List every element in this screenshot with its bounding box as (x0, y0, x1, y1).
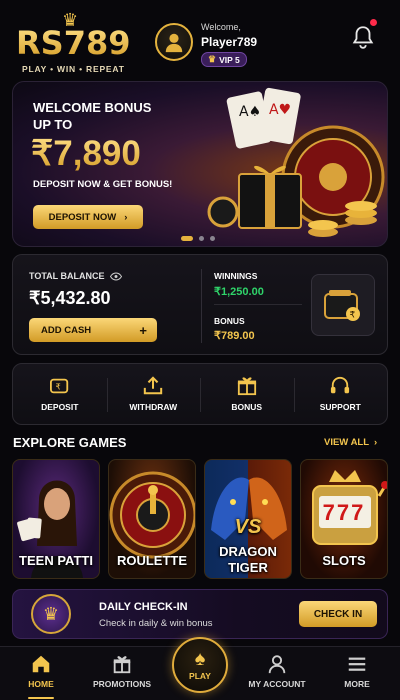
banner-pagination (181, 236, 215, 241)
add-cash-button[interactable]: ADD CASH + (29, 318, 157, 342)
banner-line1: WELCOME BONUS (33, 100, 152, 115)
user-info: Welcome, Player789 ♛ VIP 5 (201, 22, 257, 67)
banner-subtitle: DEPOSIT NOW & GET BONUS! (33, 179, 173, 190)
user-icon (268, 655, 286, 674)
withdraw-action[interactable]: WITHDRAW (106, 364, 201, 424)
vs-label: VS (234, 516, 262, 538)
game-card-teen-patti[interactable]: TEEN PATTI (12, 459, 100, 579)
welcome-text: Welcome, (201, 22, 241, 32)
balance-card: TOTAL BALANCE ₹5,432.80 ADD CASH + WINNI… (12, 254, 388, 355)
user-icon (165, 33, 183, 53)
slot-reels: 777 (322, 500, 366, 525)
banner-title: WELCOME BONUS UP TO (33, 99, 151, 133)
nav-account-label: MY ACCOUNT (248, 679, 306, 689)
play-button[interactable]: ♠ PLAY (172, 637, 228, 693)
view-all-link[interactable]: VIEW ALL › (324, 437, 377, 448)
game-card-roulette[interactable]: ROULETTE (108, 459, 196, 579)
divider (214, 304, 302, 305)
nav-promotions-label: PROMOTIONS (92, 679, 152, 689)
bonus-label: BONUS (214, 316, 245, 326)
game-card-dragon-tiger[interactable]: VS DRAGON TIGER (204, 459, 292, 579)
game-label: ROULETTE (116, 553, 188, 568)
deposit-label: DEPOSIT (41, 402, 79, 412)
support-action[interactable]: SUPPORT (293, 364, 388, 424)
pagination-dot[interactable] (181, 236, 193, 241)
logo-text: RS789 (16, 24, 131, 62)
pagination-dot[interactable] (199, 236, 204, 241)
eye-icon[interactable] (109, 271, 122, 281)
deposit-now-label: DEPOSIT NOW (48, 211, 117, 223)
game-label: SLOTS (322, 553, 366, 568)
divider (201, 269, 202, 343)
winnings-amount: ₹1,250.00 (214, 286, 264, 298)
total-balance-amount: ₹5,432.80 (29, 288, 111, 308)
explore-games-title: EXPLORE GAMES (13, 435, 127, 450)
support-label: SUPPORT (319, 402, 361, 412)
nav-home-label: HOME (28, 679, 54, 689)
crown-icon: ♛ (42, 603, 60, 624)
nav-home[interactable]: HOME (1, 653, 81, 689)
chevron-right-icon: › (374, 437, 378, 448)
casino-art: A♠ A♥ (207, 87, 385, 237)
checkin-badge: ♛ (31, 594, 71, 634)
bell-icon[interactable] (350, 24, 376, 50)
plus-icon: + (139, 322, 147, 338)
nav-more-label: MORE (344, 679, 370, 689)
spade-icon: ♠ (194, 648, 206, 670)
view-all-label: VIEW ALL (324, 437, 370, 448)
quick-actions: ₹ DEPOSIT WITHDRAW BONUS SUPPORT (12, 363, 388, 425)
total-balance-text: TOTAL BALANCE (29, 271, 105, 281)
svg-text:₹: ₹ (55, 382, 60, 392)
vip-level: VIP 5 (219, 54, 240, 65)
game-label: TEEN PATTI (19, 553, 93, 568)
bonus-action-label: BONUS (231, 402, 263, 412)
wallet-icon: ₹ (324, 290, 360, 321)
welcome-bonus-banner[interactable]: WELCOME BONUS UP TO ₹7,890 DEPOSIT NOW &… (12, 81, 388, 247)
active-tab-indicator (28, 697, 54, 699)
banner-line2: UP TO (33, 117, 73, 132)
deposit-action[interactable]: ₹ DEPOSIT (13, 364, 107, 424)
app-header: ♛ RS789 PLAY • WIN • REPEAT Welcome, Pla… (0, 0, 400, 74)
game-label: DRAGON TIGER (219, 544, 277, 575)
banner-amount: ₹7,890 (31, 134, 141, 173)
notification-dot (370, 19, 377, 26)
logo-tagline: PLAY • WIN • REPEAT (22, 64, 125, 74)
deposit-now-button[interactable]: DEPOSIT NOW › (33, 205, 143, 229)
headset-icon (331, 376, 350, 394)
daily-checkin-card[interactable]: ♛ DAILY CHECK-IN Check in daily & win bo… (12, 589, 388, 639)
total-balance-label: TOTAL BALANCE (29, 271, 122, 281)
username: Player789 (201, 35, 258, 49)
home-icon (32, 655, 50, 673)
bonus-amount: ₹789.00 (214, 330, 255, 342)
svg-text:A♥: A♥ (269, 102, 291, 118)
svg-text:A♠: A♠ (239, 104, 261, 120)
checkin-title: DAILY CHECK-IN (99, 601, 188, 613)
add-cash-label: ADD CASH (41, 324, 92, 336)
nav-promotions[interactable]: PROMOTIONS (82, 653, 162, 689)
brand-logo[interactable]: ♛ RS789 PLAY • WIN • REPEAT (16, 10, 136, 74)
nav-more[interactable]: MORE (317, 653, 397, 689)
winnings-label: WINNINGS (214, 271, 258, 281)
checkin-subtitle: Check in daily & win bonus (99, 618, 213, 629)
gift-icon (237, 377, 256, 396)
vip-crown-icon: ♛ (208, 54, 217, 64)
menu-icon (348, 657, 366, 671)
gift-icon (113, 656, 131, 674)
svg-text:₹: ₹ (350, 311, 356, 321)
pagination-dot[interactable] (210, 236, 215, 241)
wallet-button[interactable]: ₹ (311, 274, 375, 336)
avatar[interactable] (155, 23, 193, 61)
game-card-slots[interactable]: 777 SLOTS (300, 459, 388, 579)
withdraw-icon (144, 376, 163, 395)
vip-badge[interactable]: ♛ VIP 5 (201, 52, 247, 67)
nav-my-account[interactable]: MY ACCOUNT (237, 653, 317, 689)
withdraw-label: WITHDRAW (129, 402, 178, 412)
check-in-button[interactable]: CHECK IN (299, 601, 377, 627)
chevron-right-icon: › (124, 211, 128, 223)
bonus-action[interactable]: BONUS (200, 364, 294, 424)
play-label: PLAY (189, 671, 211, 681)
deposit-icon: ₹ (49, 378, 68, 394)
